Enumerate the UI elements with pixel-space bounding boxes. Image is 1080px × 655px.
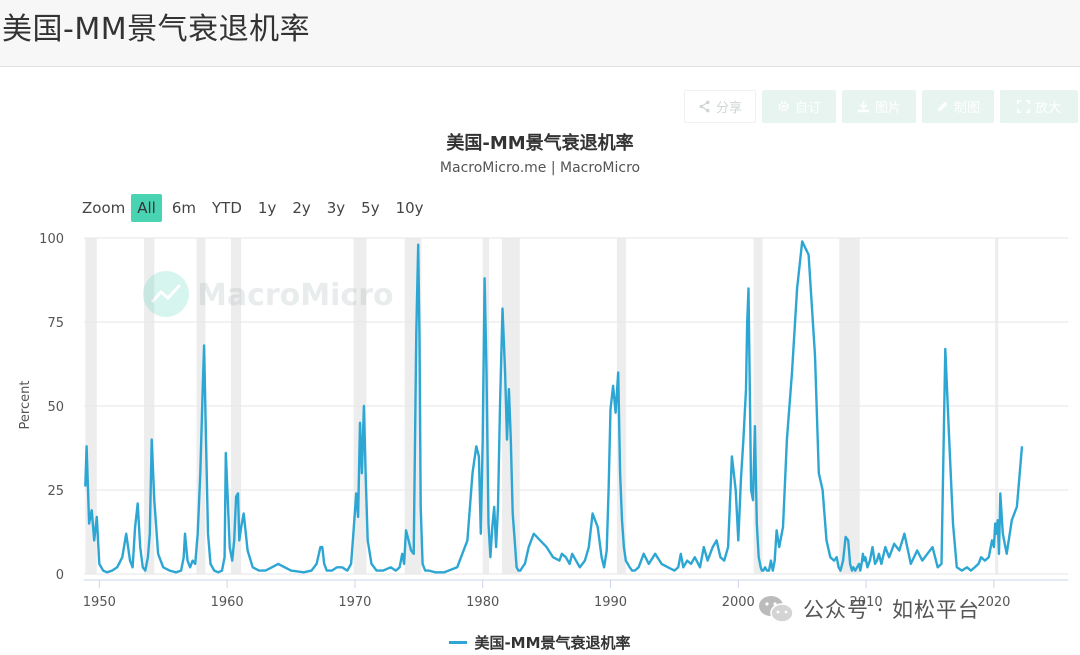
x-tick-label: 1960 [211, 595, 244, 610]
y-tick-label: 25 [47, 484, 64, 499]
y-tick-label: 100 [39, 232, 64, 247]
watermark-text: MacroMicro [197, 278, 394, 313]
macromicro-logo-icon [143, 271, 189, 317]
chart-plot: 0 25 50 75 100 MacroMicro 1950 1960 1970 1980 19… [18, 232, 1068, 610]
x-tick-label: 2000 [722, 595, 755, 610]
wechat-watermark: 公众号 · 如松平台 [757, 594, 980, 624]
y-tick-label: 75 [47, 316, 64, 331]
legend-line-icon [449, 641, 468, 644]
x-tick-label: 1990 [594, 595, 627, 610]
legend-label: 美国-MM景气衰退机率 [474, 634, 631, 652]
y-tick-label: 0 [56, 568, 64, 583]
wechat-text: 公众号 · 如松平台 [803, 598, 981, 622]
x-tick-label: 2020 [977, 595, 1010, 610]
y-tick-label: 50 [47, 400, 64, 415]
x-tick-label: 1950 [83, 595, 116, 610]
x-tick-label: 1980 [466, 595, 499, 610]
x-tick-label: 1970 [338, 595, 371, 610]
chart-legend[interactable]: 美国-MM景气衰退机率 [0, 632, 1080, 653]
y-axis-label: Percent [18, 381, 33, 430]
wechat-icon [759, 596, 794, 623]
